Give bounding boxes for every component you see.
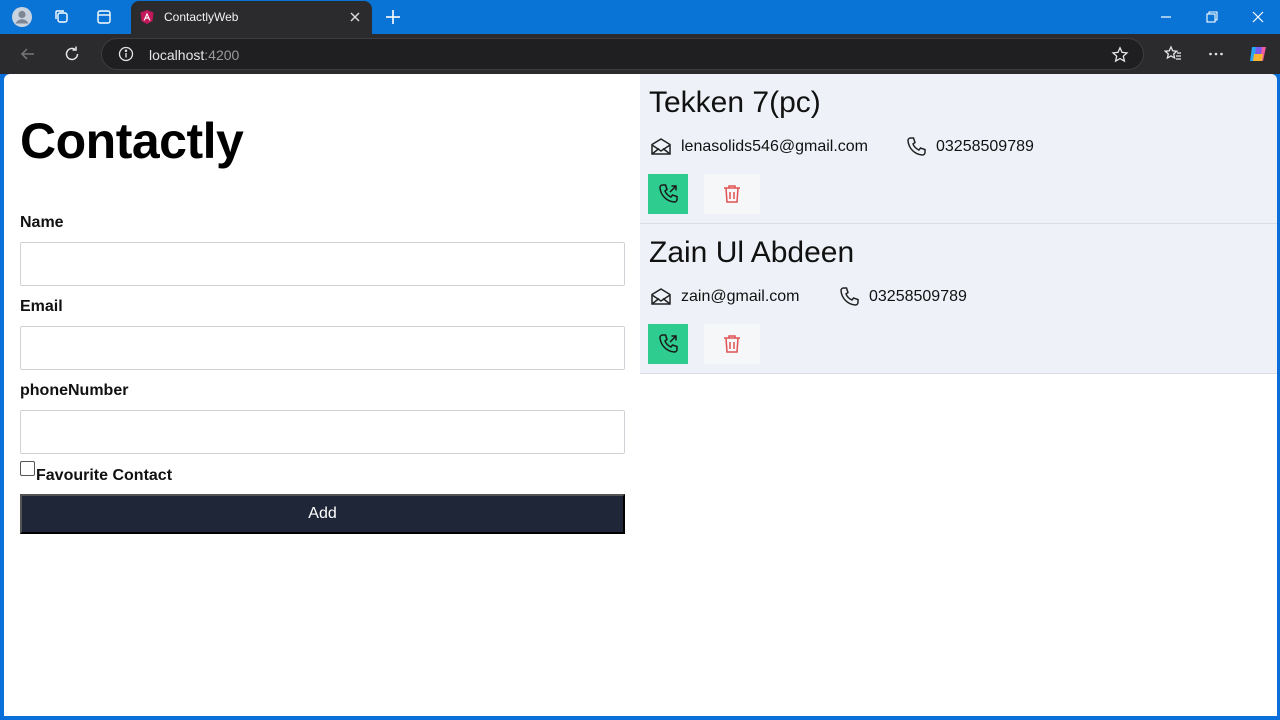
contact-name: Tekken 7(pc) — [649, 86, 821, 119]
phone-icon — [837, 285, 861, 314]
browser-titlebar: ContactlyWeb — [0, 0, 1280, 34]
name-label: Name — [20, 214, 64, 231]
delete-button[interactable] — [704, 324, 760, 364]
browser-tab-active[interactable]: ContactlyWeb — [131, 1, 372, 34]
more-options-icon[interactable] — [1205, 43, 1227, 65]
trash-icon — [724, 335, 740, 353]
contact-name: Zain Ul Abdeen — [649, 236, 855, 269]
tab-actions-icon[interactable] — [93, 6, 115, 28]
call-outgoing-icon — [659, 334, 678, 353]
minimize-icon[interactable] — [1154, 5, 1178, 29]
contact-phone: 03258509789 — [869, 288, 967, 305]
email-input[interactable] — [20, 326, 625, 370]
url-host: localhost — [149, 47, 205, 63]
call-button[interactable] — [648, 174, 688, 214]
browser-toolbar: localhost:4200 — [0, 34, 1280, 74]
contact-email: zain@gmail.com — [681, 288, 800, 305]
profile-avatar-icon[interactable] — [11, 6, 33, 28]
restore-icon[interactable] — [1200, 5, 1224, 29]
contact-list: Tekken 7(pc) lenasolids546@gmail.com 032… — [640, 74, 1277, 716]
phone-label: phoneNumber — [20, 382, 129, 399]
delete-button[interactable] — [704, 174, 760, 214]
tab-close-icon[interactable] — [347, 9, 363, 25]
refresh-icon[interactable] — [61, 43, 83, 65]
new-tab-icon[interactable] — [382, 6, 404, 28]
page-viewport: Contactly Name Email phoneNumber Favouri… — [4, 74, 1277, 716]
site-info-icon[interactable] — [118, 46, 134, 67]
contact-email: lenasolids546@gmail.com — [681, 138, 868, 155]
contact-card: Tekken 7(pc) lenasolids546@gmail.com 032… — [640, 74, 1277, 224]
favourite-label: Favourite Contact — [36, 467, 173, 484]
email-icon — [649, 135, 673, 164]
favourite-checkbox[interactable] — [20, 461, 35, 476]
url-text: localhost:4200 — [149, 47, 239, 63]
email-label: Email — [20, 298, 63, 315]
contact-phone: 03258509789 — [936, 138, 1034, 155]
phone-input[interactable] — [20, 410, 625, 454]
url-port: :4200 — [204, 47, 240, 63]
trash-icon — [724, 185, 740, 203]
angular-logo-icon — [139, 9, 155, 30]
workspaces-icon[interactable] — [51, 6, 73, 28]
address-bar[interactable]: localhost:4200 — [101, 38, 1144, 70]
back-icon[interactable] — [17, 43, 39, 65]
page-title: Contactly — [20, 113, 244, 169]
copilot-icon[interactable] — [1247, 43, 1269, 65]
call-button[interactable] — [648, 324, 688, 364]
name-input[interactable] — [20, 242, 625, 286]
tab-title: ContactlyWeb — [164, 10, 239, 24]
phone-icon — [904, 135, 928, 164]
call-outgoing-icon — [659, 184, 678, 203]
contact-form: Contactly Name Email phoneNumber Favouri… — [4, 74, 640, 716]
email-icon — [649, 285, 673, 314]
contact-card: Zain Ul Abdeen zain@gmail.com 0325850978… — [640, 224, 1277, 374]
favorites-icon[interactable] — [1162, 43, 1184, 65]
favorite-star-icon[interactable] — [1111, 46, 1129, 69]
add-button[interactable]: Add — [20, 494, 625, 534]
close-window-icon[interactable] — [1246, 5, 1270, 29]
